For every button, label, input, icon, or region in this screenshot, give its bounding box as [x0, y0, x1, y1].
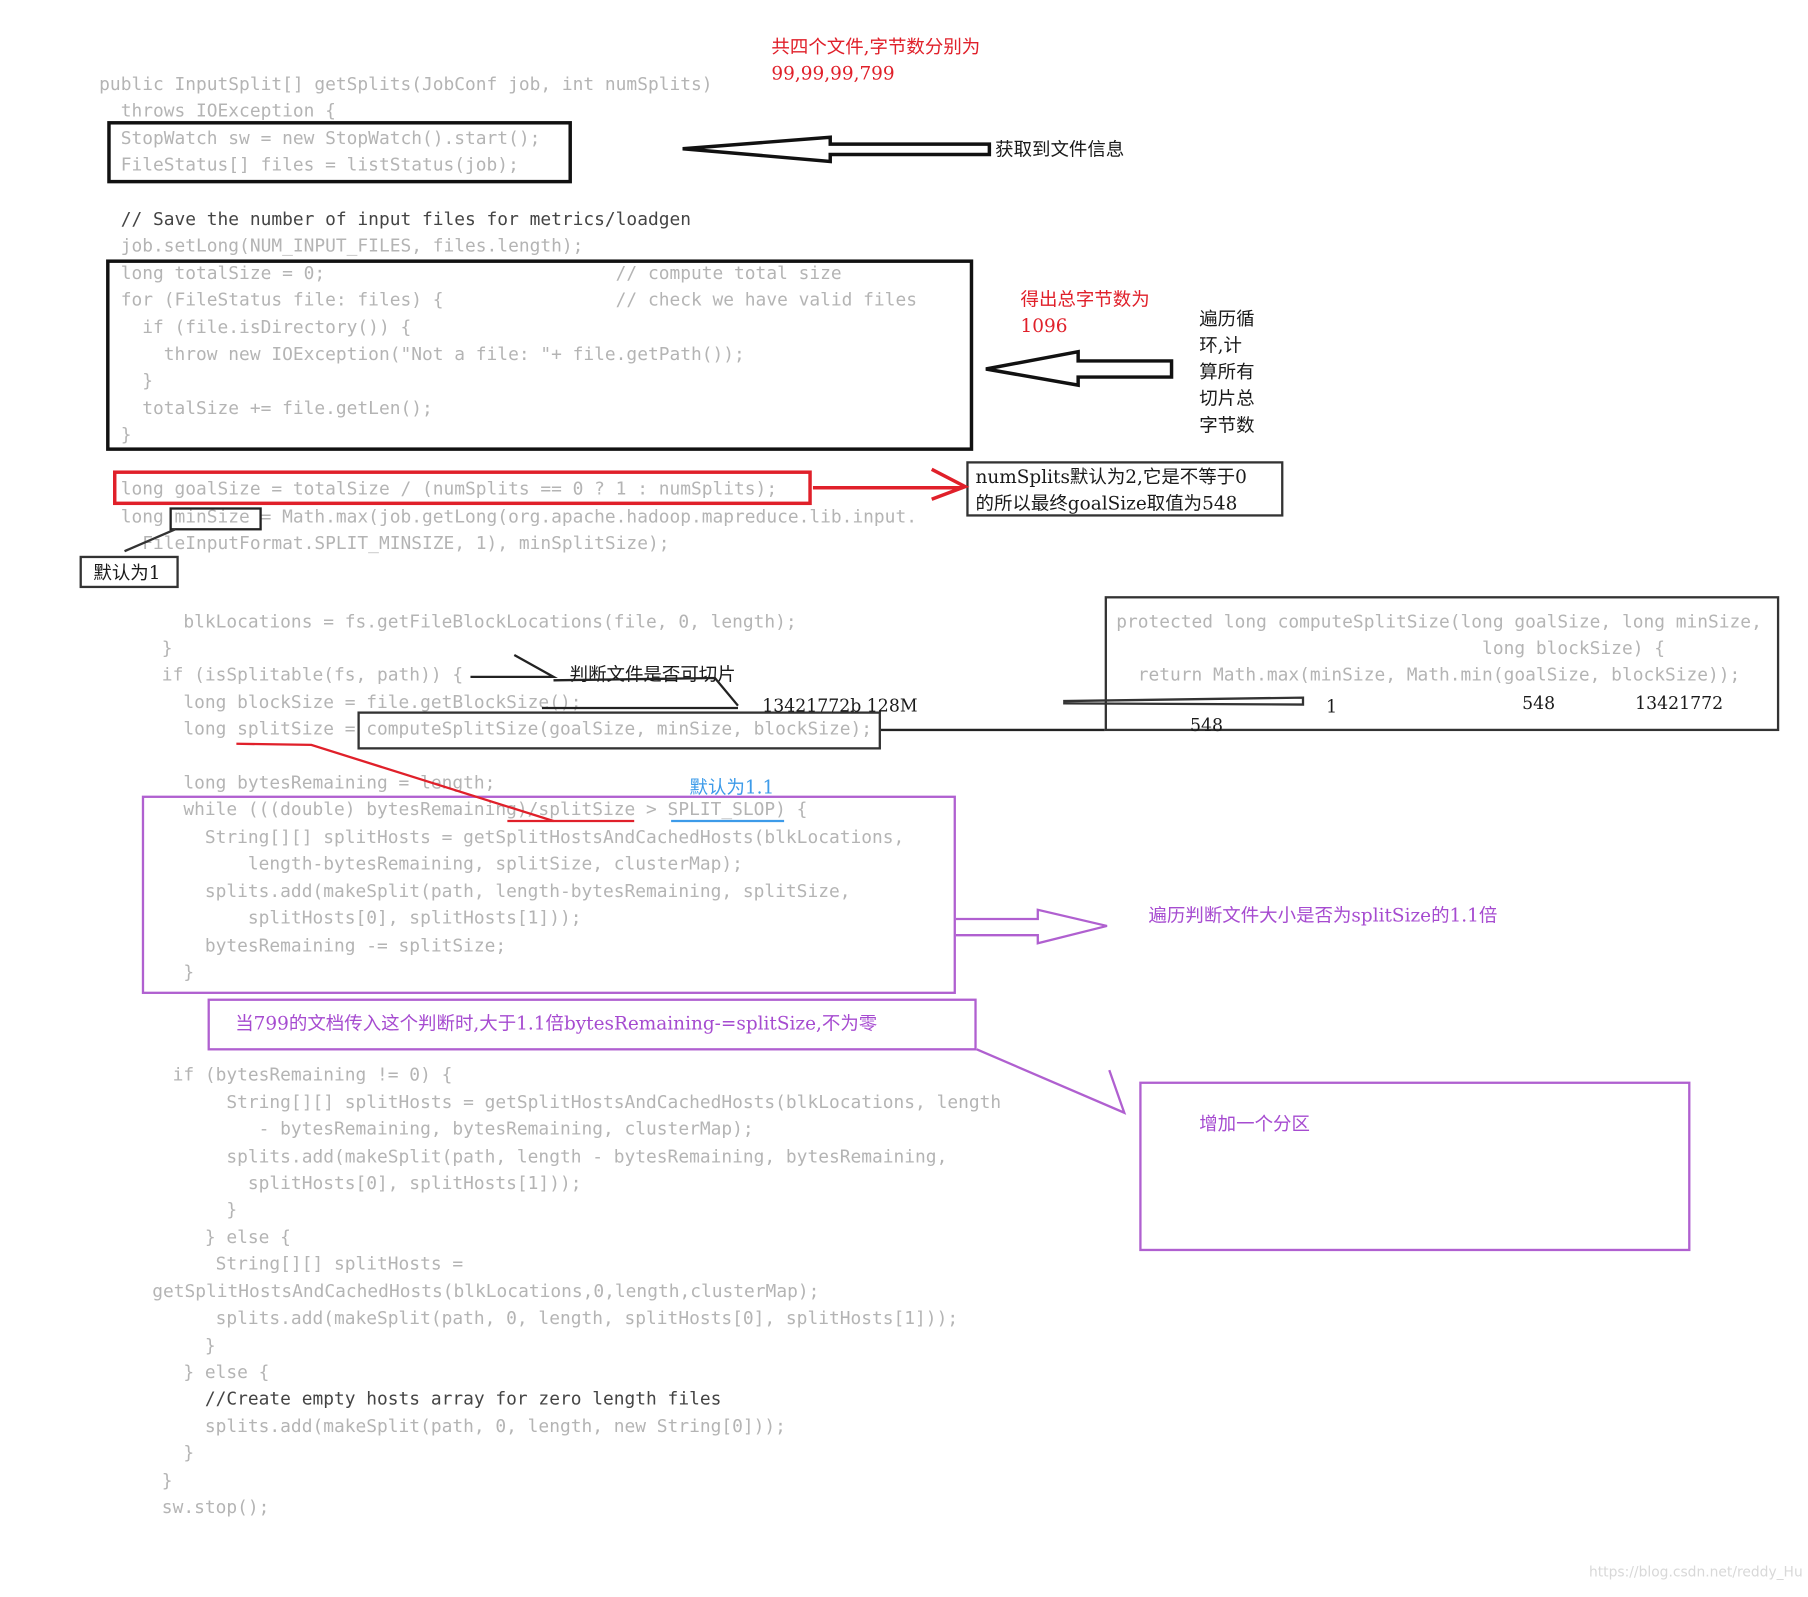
get-file-info-note: 获取到文件信息 — [995, 138, 1125, 161]
add-partition-note: 增加一个分区 — [1199, 1112, 1310, 1135]
code-line-16: FileInputFormat.SPLIT_MINSIZE, 1), minSp… — [99, 532, 670, 554]
total-bytes-note: 得出总字节数为 1096 — [1020, 288, 1150, 337]
arrow-goal-size-head — [930, 467, 970, 501]
total-size-loop-box — [106, 259, 974, 451]
watermark: https://blog.csdn.net/reddy_Hu — [1588, 1563, 1803, 1580]
code-line-1: public InputSplit[] getSplits(JobConf jo… — [99, 73, 713, 95]
code-line-30: if (bytesRemaining != 0) { — [118, 1064, 453, 1086]
default-1-1-note: 默认为1.1 — [689, 776, 775, 798]
code-line-36: } else { — [118, 1226, 291, 1248]
value-1: 1 — [1326, 696, 1338, 718]
value-548-result: 548 — [1189, 714, 1224, 736]
side-code-line-1: protected long computeSplitSize(long goa… — [1116, 611, 1762, 632]
code-line-17: blkLocations = fs.getFileBlockLocations(… — [118, 611, 797, 632]
value-548-goal: 548 — [1522, 693, 1556, 714]
code-line-43: splits.add(makeSplit(path, 0, length, ne… — [118, 1416, 786, 1437]
value-13421772: 13421772 — [1635, 693, 1724, 714]
code-line-37: String[][] splitHosts = — [118, 1253, 464, 1275]
code-line-19: if (isSplitable(fs, path)) { — [118, 664, 464, 685]
side-code-line-2: long blockSize) { — [1116, 637, 1665, 659]
min-size-box — [169, 507, 262, 531]
code-line-2: throws IOException { — [99, 100, 336, 122]
when-799-note: 当799的文档传入这个判断时,大于1.1倍bytesRemaining-=spl… — [235, 1012, 878, 1035]
code-line-33: splits.add(makeSplit(path, length - byte… — [118, 1146, 948, 1167]
code-line-46: sw.stop(); — [118, 1496, 270, 1518]
numsplits-note: numSplits默认为2,它是不等于0 的所以最终goalSize取值为548 — [975, 465, 1247, 515]
code-line-39: splits.add(makeSplit(path, 0, length, sp… — [118, 1307, 959, 1329]
block-size-value-note: 13421772b 128M — [762, 695, 918, 717]
code-line-42: //Create empty hosts array for zero leng… — [118, 1388, 722, 1410]
code-line-41: } else { — [118, 1361, 270, 1383]
code-line-34: splitHosts[0], splitHosts[1])); — [118, 1172, 582, 1194]
code-line-45: } — [118, 1470, 173, 1491]
default-one-note: 默认为1 — [93, 561, 161, 584]
goal-size-box — [113, 470, 812, 506]
arrow-is-splitable — [470, 653, 558, 679]
file-info-box — [107, 121, 572, 184]
diagram-canvas: public InputSplit[] getSplits(JobConf jo… — [0, 0, 1808, 1597]
code-line-22: long bytesRemaining = length; — [118, 772, 496, 794]
files-info-note: 共四个文件,字节数分别为 99,99,99,799 — [771, 35, 981, 85]
code-line-18: } — [118, 637, 173, 659]
code-line-5: // Save the number of input files for me… — [99, 208, 691, 230]
code-line-38: getSplitHostsAndCachedHosts(blkLocations… — [152, 1281, 820, 1302]
while-loop-box — [141, 795, 956, 994]
arrow-get-file-info — [682, 135, 992, 164]
code-line-32: - bytesRemaining, bytesRemaining, cluste… — [118, 1118, 754, 1140]
code-line-44: } — [118, 1442, 195, 1464]
is-splitable-note: 判断文件是否可切片 — [569, 663, 736, 685]
add-partition-box — [1139, 1081, 1691, 1252]
arrow-total-size — [985, 349, 1174, 388]
code-line-35: } — [118, 1199, 238, 1220]
code-line-40: } — [118, 1335, 216, 1357]
side-code-line-3: return Math.max(minSize, Math.min(goalSi… — [1116, 664, 1741, 685]
code-line-6: job.setLong(NUM_INPUT_FILES, files.lengt… — [99, 235, 584, 256]
arrow-loop-check — [955, 908, 1108, 945]
code-line-31: String[][] splitHosts = getSplitHostsAnd… — [118, 1091, 1002, 1113]
loop-sum-note: 遍历循 环,计 算所有 切片总 字节数 — [1199, 307, 1255, 436]
loop-check-note: 遍历判断文件大小是否为splitSize的1.1倍 — [1148, 904, 1498, 926]
